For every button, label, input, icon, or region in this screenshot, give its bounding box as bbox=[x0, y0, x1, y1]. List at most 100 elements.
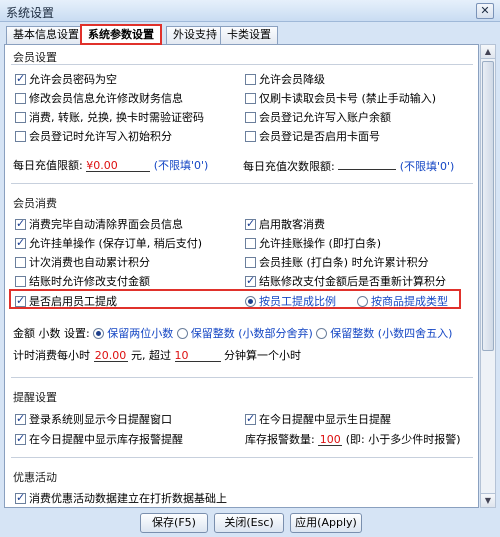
checkbox-row[interactable]: 会员登记允许写入账户余额 bbox=[245, 109, 391, 125]
tab-card-types[interactable]: 卡类设置 bbox=[220, 26, 278, 44]
checkbox-label: 启用散客消费 bbox=[259, 218, 325, 231]
checkbox-row[interactable]: 会员挂账 (打白条) 时允许累计积分 bbox=[245, 254, 429, 270]
amount-label: 金额 小数 设置: bbox=[13, 327, 90, 340]
checkbox-row[interactable]: 会员登记时允许写入初始积分 bbox=[15, 128, 172, 144]
scroll-down-icon[interactable]: ▼ bbox=[481, 493, 495, 507]
checkbox-label: 在今日提醒中显示生日提醒 bbox=[259, 413, 391, 426]
timer-prefix: 计时消费每小时 bbox=[13, 349, 90, 362]
checkbox[interactable] bbox=[15, 432, 26, 445]
checkbox-row[interactable]: 计次消费也自动累计积分 bbox=[15, 254, 150, 270]
checkbox-row[interactable]: 在今日提醒中显示生日提醒 bbox=[245, 411, 391, 427]
daily-count-input[interactable] bbox=[338, 157, 397, 170]
stock-input[interactable]: 100 bbox=[318, 433, 343, 446]
checkbox-row[interactable]: 消费优惠活动数据建立在打折数据基础上 bbox=[15, 490, 227, 506]
daily-limit-input[interactable]: ¥0.00 bbox=[86, 159, 151, 172]
checkbox-row[interactable]: 消费, 转账, 兑换, 换卡时需验证密码 bbox=[15, 109, 204, 125]
scroll-thumb[interactable] bbox=[482, 61, 494, 351]
close-icon[interactable]: ✕ bbox=[476, 3, 494, 19]
checkbox[interactable] bbox=[15, 131, 26, 142]
checkbox[interactable] bbox=[245, 238, 256, 249]
apply-button[interactable]: 应用(Apply) bbox=[290, 513, 362, 533]
divider bbox=[11, 457, 473, 458]
radio[interactable] bbox=[357, 296, 368, 307]
checkbox[interactable] bbox=[15, 72, 26, 85]
radio[interactable] bbox=[245, 296, 256, 307]
checkbox-row[interactable]: 启用散客消费 bbox=[245, 216, 325, 232]
checkbox-label: 计次消费也自动累计积分 bbox=[29, 256, 150, 269]
settings-panel: 会员设置 允许会员密码为空 修改会员信息允许修改财务信息 消费, 转账, 兑换,… bbox=[4, 44, 479, 508]
checkbox[interactable] bbox=[245, 112, 256, 123]
checkbox-label: 结账修改支付金额后是否重新计算积分 bbox=[259, 275, 446, 288]
radio-two-decimals[interactable]: 保留两位小数 bbox=[93, 327, 173, 340]
radio[interactable] bbox=[316, 328, 328, 339]
checkbox-label: 消费完毕自动清除界面会员信息 bbox=[29, 218, 183, 231]
tab-peripherals[interactable]: 外设支持 bbox=[166, 26, 224, 44]
close-button[interactable]: 关闭(Esc) bbox=[214, 513, 284, 533]
checkbox-row[interactable]: 结账修改支付金额后是否重新计算积分 bbox=[245, 273, 446, 289]
checkbox-row[interactable]: 允许挂账操作 (即打白条) bbox=[245, 235, 381, 251]
amount-decimal-row: 金额 小数 设置: 保留两位小数 保留整数 (小数部分舍弃) 保留整数 (小数四… bbox=[13, 325, 452, 341]
checkbox-label: 登录系统则显示今日提醒窗口 bbox=[29, 413, 172, 426]
checkbox[interactable] bbox=[15, 491, 26, 504]
save-button[interactable]: 保存(F5) bbox=[140, 513, 208, 533]
radio-integer-round[interactable]: 保留整数 (小数四舍五入) bbox=[316, 327, 452, 340]
checkbox[interactable] bbox=[15, 294, 26, 307]
checkbox-label: 消费优惠活动数据建立在打折数据基础上 bbox=[29, 492, 227, 505]
checkbox[interactable] bbox=[245, 74, 256, 85]
timer-price-input[interactable]: 20.00 bbox=[93, 349, 128, 362]
section-title-reminder: 提醒设置 bbox=[13, 391, 57, 404]
checkbox-row[interactable]: 登录系统则显示今日提醒窗口 bbox=[15, 411, 172, 427]
commission-checkbox-row[interactable]: 是否启用员工提成 bbox=[15, 293, 117, 309]
radio-label: 保留两位小数 bbox=[107, 327, 174, 340]
checkbox-label: 允许会员密码为空 bbox=[29, 73, 117, 86]
checkbox[interactable] bbox=[245, 274, 256, 287]
radio[interactable] bbox=[93, 328, 105, 339]
radio-label: 保留整数 (小数四舍五入) bbox=[330, 327, 453, 340]
daily-count-label: 每日充值次数限额: bbox=[243, 160, 335, 173]
section-title-member-consume: 会员消费 bbox=[13, 197, 57, 210]
tab-system-params[interactable]: 系统参数设置 bbox=[80, 24, 162, 45]
divider bbox=[11, 64, 473, 65]
radio[interactable] bbox=[176, 328, 188, 339]
button-bar: 保存(F5) 关闭(Esc) 应用(Apply) bbox=[0, 510, 500, 537]
scroll-up-icon[interactable]: ▲ bbox=[481, 45, 495, 59]
checkbox-label: 会员登记是否启用卡面号 bbox=[259, 130, 380, 143]
commission-by-ratio-radio[interactable]: 按员工提成比例 bbox=[245, 293, 336, 309]
checkbox-row[interactable]: 允许挂单操作 (保存订单, 稍后支付) bbox=[15, 235, 202, 251]
checkbox-label: 在今日提醒中显示库存报警提醒 bbox=[29, 433, 183, 446]
checkbox-label: 允许挂账操作 (即打白条) bbox=[259, 237, 382, 250]
timer-mid: 元, 超过 bbox=[131, 349, 171, 362]
checkbox[interactable] bbox=[245, 257, 256, 268]
timer-minutes-input[interactable]: 10 bbox=[174, 349, 221, 362]
checkbox[interactable] bbox=[15, 93, 26, 104]
checkbox-row[interactable]: 允许会员降级 bbox=[245, 71, 325, 87]
checkbox-row[interactable]: 允许会员密码为空 bbox=[15, 71, 117, 87]
checkbox-row[interactable]: 结账时允许修改支付金额 bbox=[15, 273, 150, 289]
commission-by-product-radio[interactable]: 按商品提成类型 bbox=[357, 293, 448, 309]
checkbox-row[interactable]: 修改会员信息允许修改财务信息 bbox=[15, 90, 183, 106]
checkbox-row[interactable]: 消费完毕自动清除界面会员信息 bbox=[15, 216, 183, 232]
checkbox-label: 消费, 转账, 兑换, 换卡时需验证密码 bbox=[29, 111, 204, 124]
checkbox[interactable] bbox=[15, 236, 26, 249]
vertical-scrollbar[interactable]: ▲ ▼ bbox=[480, 44, 496, 508]
daily-limit-label: 每日充值限额: bbox=[13, 159, 83, 172]
checkbox[interactable] bbox=[245, 217, 256, 230]
checkbox-row[interactable]: 在今日提醒中显示库存报警提醒 bbox=[15, 431, 183, 447]
checkbox[interactable] bbox=[245, 412, 256, 425]
checkbox-row[interactable]: 仅刷卡读取会员卡号 (禁止手动输入) bbox=[245, 90, 436, 106]
checkbox[interactable] bbox=[15, 276, 26, 287]
daily-count-row: 每日充值次数限额: (不限填'0') bbox=[243, 157, 454, 174]
checkbox[interactable] bbox=[15, 257, 26, 268]
checkbox[interactable] bbox=[15, 112, 26, 123]
checkbox[interactable] bbox=[15, 217, 26, 230]
daily-limit-row: 每日充值限额: ¥0.00 (不限填'0') bbox=[13, 157, 208, 173]
checkbox[interactable] bbox=[15, 412, 26, 425]
checkbox-label: 修改会员信息允许修改财务信息 bbox=[29, 92, 183, 105]
checkbox[interactable] bbox=[245, 131, 256, 142]
checkbox-row[interactable]: 会员登记是否启用卡面号 bbox=[245, 128, 380, 144]
tab-basic-info[interactable]: 基本信息设置 bbox=[6, 26, 86, 44]
radio-integer-truncate[interactable]: 保留整数 (小数部分舍弃) bbox=[176, 327, 313, 340]
checkbox[interactable] bbox=[245, 93, 256, 104]
section-title-promo: 优惠活动 bbox=[13, 471, 57, 484]
section-title-member-settings: 会员设置 bbox=[13, 51, 57, 64]
